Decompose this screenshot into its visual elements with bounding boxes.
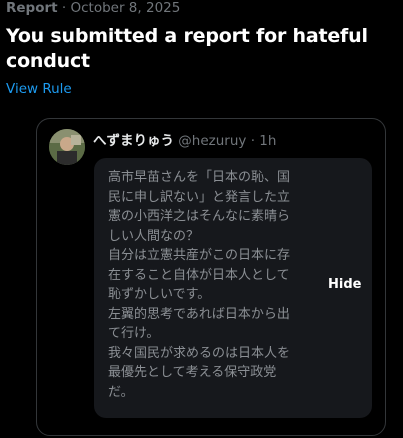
reported-post-card: へずまりゅう @hezuruy · 1h 高市早苗さんを「日本の恥、国民に申し訳… <box>36 118 386 436</box>
avatar[interactable] <box>49 129 85 165</box>
author-name[interactable]: へずまりゅう <box>93 133 174 149</box>
meta-separator: · <box>57 0 71 16</box>
report-category: Report <box>6 0 58 16</box>
post-text: 高市早苗さんを「日本の恥、国民に申し訳ない」と発言した立憲の小西洋之はそんなに素… <box>108 170 291 400</box>
avatar-image <box>49 129 85 165</box>
report-date: October 8, 2025 <box>70 0 181 16</box>
post-header: へずまりゅう @hezuruy · 1h <box>93 129 276 149</box>
author-handle[interactable]: @hezuruy <box>178 133 246 149</box>
page-title: You submitted a report for hateful condu… <box>6 25 368 72</box>
report-meta: Report · October 8, 2025 <box>6 0 180 16</box>
view-rule-link[interactable]: View Rule <box>6 81 72 97</box>
hide-button[interactable]: Hide <box>328 277 361 292</box>
post-content-bubble: 高市早苗さんを「日本の恥、国民に申し訳ない」と発言した立憲の小西洋之はそんなに素… <box>94 158 372 418</box>
post-time: · 1h <box>246 133 277 149</box>
